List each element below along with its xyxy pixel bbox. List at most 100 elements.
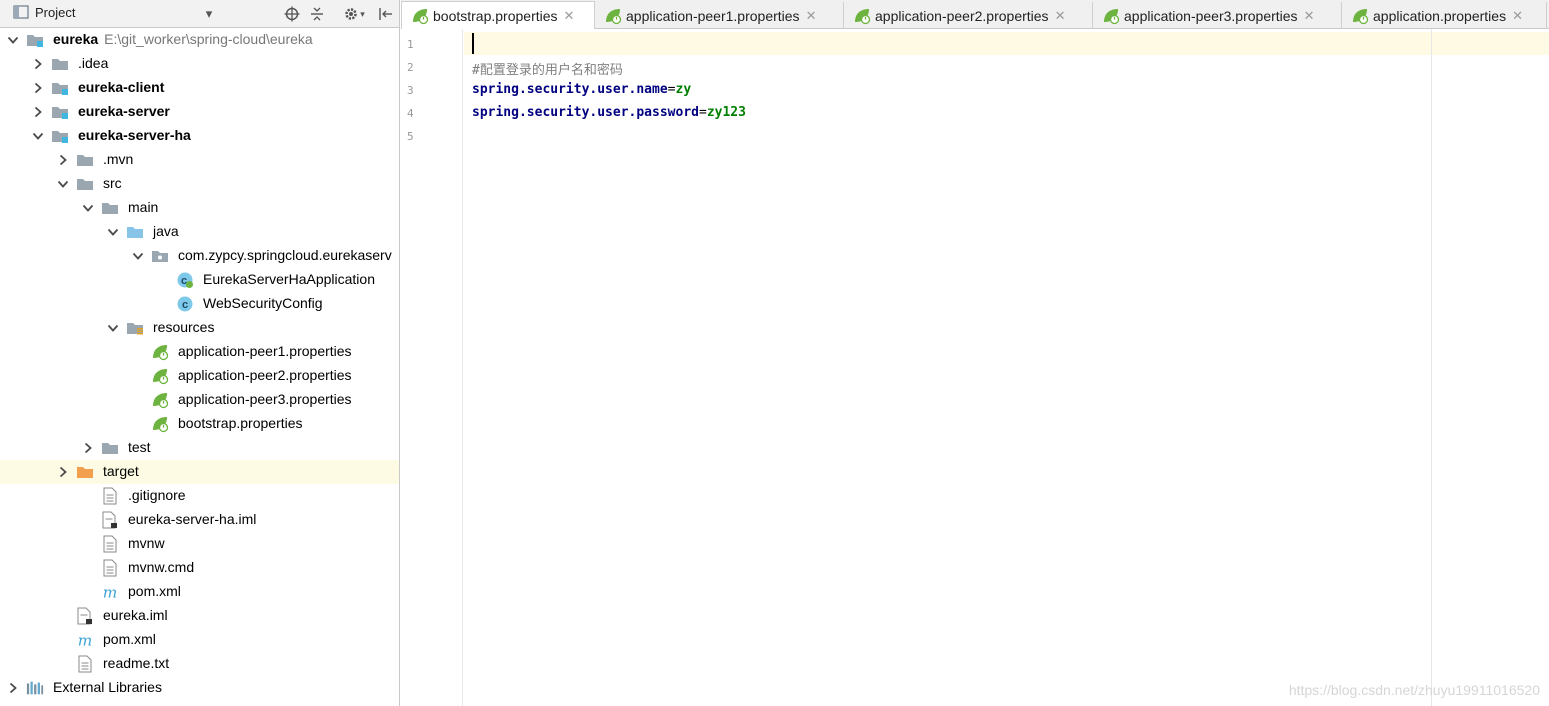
folder-icon	[51, 55, 69, 73]
tree-item-name: com.zypcy.springcloud.eurekaserv	[178, 247, 392, 263]
close-icon[interactable]: ✕	[1512, 8, 1523, 24]
tab-label: application-peer1.properties	[626, 7, 800, 24]
editor-gutter: 1 2 3 4 5	[401, 29, 463, 706]
tree-item-label: eureka-server-ha.iml	[128, 511, 256, 527]
tree-item-label: application-peer2.properties	[178, 367, 352, 383]
module-folder-icon	[51, 127, 69, 145]
tree-item[interactable]: java	[0, 220, 399, 244]
tree-item[interactable]: target	[0, 460, 399, 484]
tree-item[interactable]: c EurekaServerHaApplication	[0, 268, 399, 292]
tree-item[interactable]: eureka E:\git_worker\spring-cloud\eureka	[0, 28, 399, 52]
locate-file-icon[interactable]	[282, 4, 302, 24]
tree-item[interactable]: External Libraries	[0, 676, 399, 700]
tree-item[interactable]: src	[0, 172, 399, 196]
tab-label: bootstrap.properties	[433, 7, 558, 24]
tree-item[interactable]: m pom.xml	[0, 628, 399, 652]
tree-item-name: target	[103, 463, 139, 479]
operator: =	[698, 105, 707, 120]
text-file-icon	[101, 559, 119, 577]
right-margin-guide	[1431, 29, 1432, 706]
editor-tab[interactable]: application-peer3.properties ✕	[1093, 2, 1342, 29]
tree-item-name: eureka-client	[78, 79, 165, 95]
tree-item[interactable]: application-peer3.properties	[0, 388, 399, 412]
close-icon[interactable]: ✕	[806, 8, 817, 24]
tree-item[interactable]: application-peer1.properties	[0, 340, 399, 364]
editor-tab[interactable]: application.properties ✕	[1342, 2, 1547, 29]
tree-item-label: pom.xml	[128, 583, 181, 599]
close-icon[interactable]: ✕	[1055, 8, 1066, 24]
project-view-selector[interactable]: Project	[13, 4, 75, 20]
hide-panel-icon[interactable]	[375, 4, 395, 24]
text-file-icon	[76, 655, 94, 673]
close-icon[interactable]: ✕	[1304, 8, 1315, 24]
editor-tab[interactable]: application-peer1.properties ✕	[595, 2, 844, 29]
tree-item[interactable]: main	[0, 196, 399, 220]
tree-item-label: application-peer1.properties	[178, 343, 352, 359]
chevron-down-icon[interactable]	[81, 201, 95, 215]
close-icon[interactable]: ✕	[564, 8, 575, 24]
tree-item[interactable]: .idea	[0, 52, 399, 76]
chevron-right-icon[interactable]	[31, 105, 45, 119]
tree-item-name: .idea	[78, 55, 109, 71]
tree-item-name: application-peer2.properties	[178, 367, 352, 383]
tab-label: application-peer2.properties	[875, 7, 1049, 24]
spring-properties-icon	[151, 391, 169, 409]
spring-properties-icon	[604, 7, 622, 25]
tree-item[interactable]: readme.txt	[0, 652, 399, 676]
tree-item[interactable]: eureka-client	[0, 76, 399, 100]
chevron-down-icon[interactable]	[56, 177, 70, 191]
collapse-all-icon[interactable]	[307, 4, 327, 24]
tree-item-label: com.zypcy.springcloud.eurekaserv	[178, 247, 392, 263]
tree-item-name: java	[153, 223, 179, 239]
spring-properties-icon	[151, 415, 169, 433]
watermark: https://blog.csdn.net/zhuyu19911016520	[1288, 682, 1540, 698]
tree-item[interactable]: eureka.iml	[0, 604, 399, 628]
chevron-right-icon[interactable]	[31, 81, 45, 95]
chevron-right-icon[interactable]	[56, 465, 70, 479]
chevron-right-icon[interactable]	[56, 153, 70, 167]
chevron-right-icon[interactable]	[81, 441, 95, 455]
tree-item[interactable]: application-peer2.properties	[0, 364, 399, 388]
tree-item[interactable]: bootstrap.properties	[0, 412, 399, 436]
chevron-down-icon[interactable]	[106, 321, 120, 335]
tree-item[interactable]: .mvn	[0, 148, 399, 172]
property-key: spring.security.user.password	[472, 105, 699, 120]
tree-item[interactable]: c WebSecurityConfig	[0, 292, 399, 316]
code-area[interactable]: #配置登录的用户名和密码 spring.security.user.name=zy…	[464, 29, 1549, 706]
svg-text:c: c	[182, 299, 188, 311]
svg-text:m: m	[78, 631, 93, 649]
text-file-icon	[101, 487, 119, 505]
line-number: 2	[407, 61, 414, 74]
tree-item-name: readme.txt	[103, 655, 170, 671]
line-number: 3	[407, 84, 414, 97]
chevron-right-icon[interactable]	[31, 57, 45, 71]
chevron-right-icon[interactable]	[6, 681, 20, 695]
tree-item-label: mvnw	[128, 535, 165, 551]
chevron-down-icon[interactable]	[106, 225, 120, 239]
tree-item[interactable]: test	[0, 436, 399, 460]
tree-item-label: eureka-server-ha	[78, 127, 191, 143]
source-folder-icon	[126, 223, 144, 241]
tree-item[interactable]: eureka-server-ha.iml	[0, 508, 399, 532]
tree-item-label: mvnw.cmd	[128, 559, 194, 575]
chevron-down-icon[interactable]	[131, 249, 145, 263]
code-line: #配置登录的用户名和密码	[472, 59, 623, 78]
text-file-icon	[101, 535, 119, 553]
folder-icon	[101, 199, 119, 217]
chevron-down-icon[interactable]	[6, 33, 20, 47]
tree-item[interactable]: mvnw.cmd	[0, 556, 399, 580]
tree-item[interactable]: mvnw	[0, 532, 399, 556]
editor-tab[interactable]: application-peer2.properties ✕	[844, 2, 1093, 29]
tree-item[interactable]: com.zypcy.springcloud.eurekaserv	[0, 244, 399, 268]
editor-tab[interactable]: bootstrap.properties ✕	[401, 1, 595, 29]
settings-gear-icon[interactable]: ▾	[340, 4, 368, 24]
tree-item-label: .idea	[78, 55, 108, 71]
tree-item[interactable]: eureka-server-ha	[0, 124, 399, 148]
tree-item[interactable]: resources	[0, 316, 399, 340]
folder-icon	[76, 151, 94, 169]
tree-item[interactable]: .gitignore	[0, 484, 399, 508]
tree-item[interactable]: eureka-server	[0, 100, 399, 124]
chevron-down-icon[interactable]	[31, 129, 45, 143]
tree-item[interactable]: m pom.xml	[0, 580, 399, 604]
view-dropdown-icon[interactable]: ▾	[203, 4, 215, 24]
